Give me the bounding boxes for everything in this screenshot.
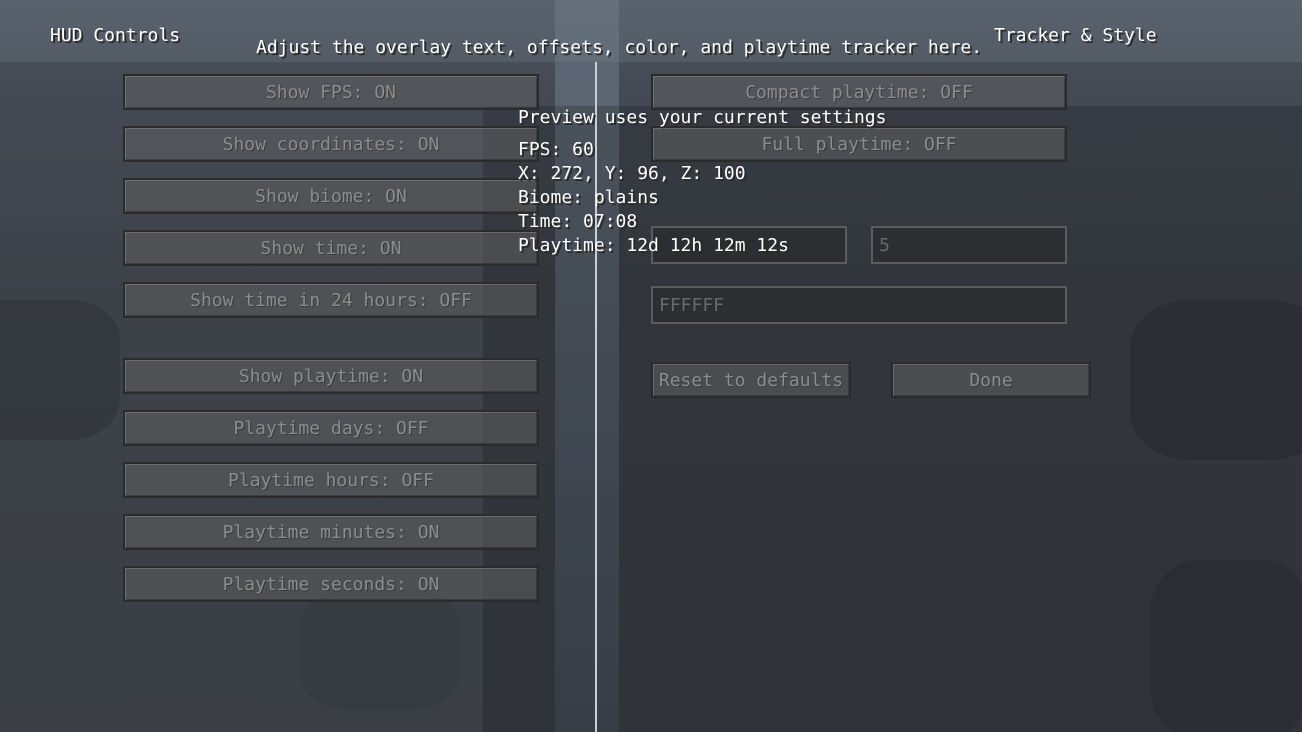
preview-coordinates: X: 272, Y: 96, Z: 100 (518, 163, 746, 184)
playtime-minutes-button[interactable]: Playtime minutes: ON (123, 514, 539, 550)
hud-controls-title: HUD Controls (50, 25, 181, 46)
show-fps-button[interactable]: Show FPS: ON (123, 74, 539, 110)
show-playtime-button[interactable]: Show playtime: ON (123, 358, 539, 394)
show-time-24h-button[interactable]: Show time in 24 hours: OFF (123, 282, 539, 318)
preview-playtime: Playtime: 12d 12h 12m 12s (518, 235, 789, 256)
show-coordinates-button[interactable]: Show coordinates: ON (123, 126, 539, 162)
preview-time: Time: 07:08 (518, 211, 638, 232)
tracker-style-title: Tracker & Style (994, 25, 1157, 46)
preview-fps: FPS: 60 (518, 139, 594, 160)
page-subtitle: Adjust the overlay text, offsets, color,… (256, 37, 983, 58)
show-biome-button[interactable]: Show biome: ON (123, 178, 539, 214)
preview-heading: Preview uses your current settings (518, 107, 887, 128)
compact-playtime-button[interactable]: Compact playtime: OFF (651, 74, 1067, 110)
offset-y-input[interactable]: 5 (871, 226, 1067, 264)
color-hex-input[interactable]: FFFFFF (651, 286, 1067, 324)
playtime-days-button[interactable]: Playtime days: OFF (123, 410, 539, 446)
preview-biome: Biome: plains (518, 187, 659, 208)
hud-preview: Preview uses your current settings FPS: … (518, 106, 886, 258)
show-time-button[interactable]: Show time: ON (123, 230, 539, 266)
done-button[interactable]: Done (891, 362, 1091, 398)
playtime-seconds-button[interactable]: Playtime seconds: ON (123, 566, 539, 602)
reset-defaults-button[interactable]: Reset to defaults (651, 362, 851, 398)
playtime-hours-button[interactable]: Playtime hours: OFF (123, 462, 539, 498)
